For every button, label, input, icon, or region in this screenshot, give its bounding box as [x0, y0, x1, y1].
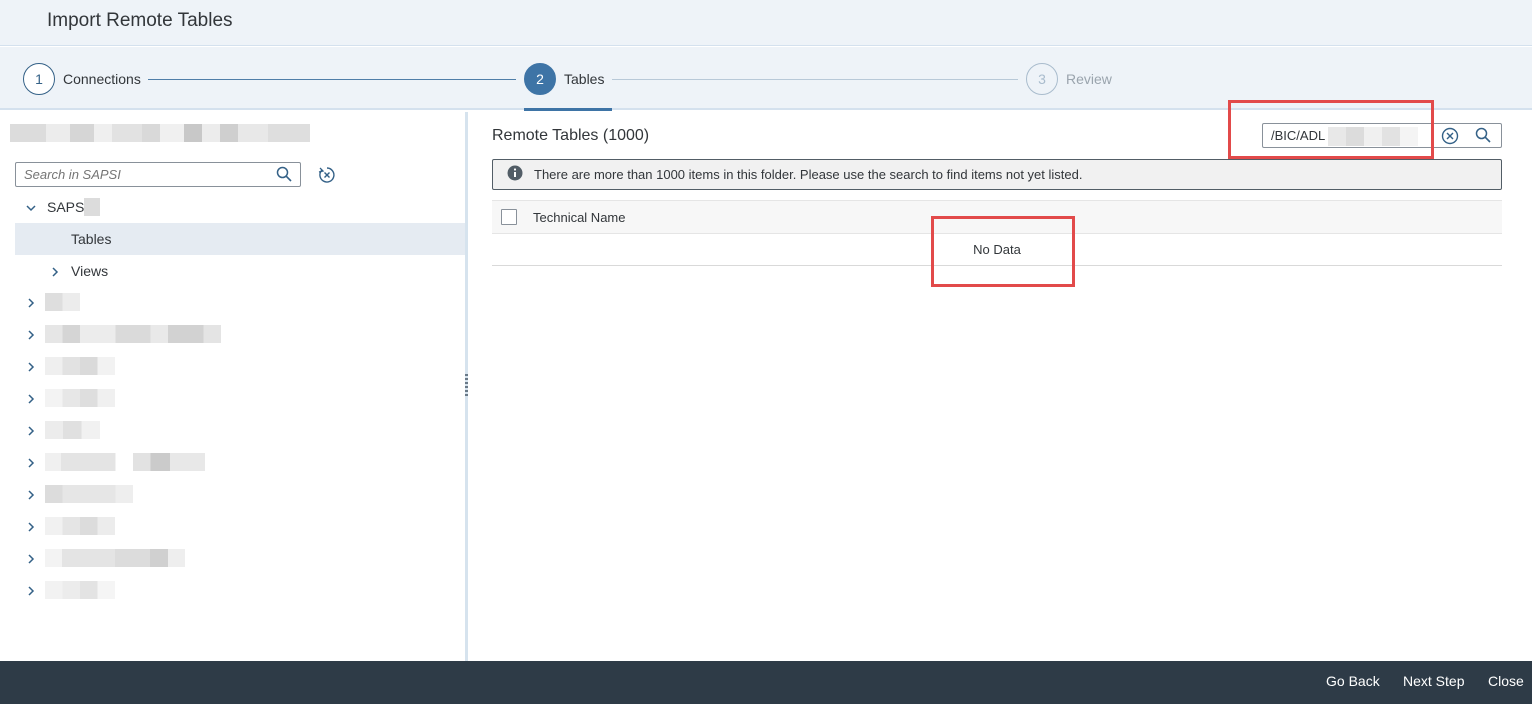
- chevron-right-icon[interactable]: [25, 552, 37, 564]
- source-search-input[interactable]: [24, 167, 264, 182]
- tree-node-redacted[interactable]: [15, 318, 465, 350]
- column-header-technical-name[interactable]: Technical Name: [533, 210, 626, 225]
- remote-tables-panel: Remote Tables (1000) /BIC/ADL There are …: [468, 100, 1532, 661]
- tree-node-label: Tables: [71, 231, 112, 247]
- go-back-button[interactable]: Go Back: [1326, 673, 1380, 689]
- tree-node-label: SAPS: [47, 199, 85, 215]
- highlight-box-search: [1228, 100, 1434, 159]
- tree-node-views[interactable]: Views: [15, 255, 465, 287]
- tree-node-redacted[interactable]: [15, 478, 465, 510]
- chevron-right-icon[interactable]: [49, 265, 61, 277]
- redacted-text: [45, 325, 221, 343]
- info-icon: [507, 165, 523, 184]
- clear-icon[interactable]: [1441, 127, 1459, 148]
- search-icon[interactable]: [1475, 127, 1491, 146]
- redacted-text: [45, 357, 115, 375]
- step-number: 3: [1026, 63, 1058, 95]
- wizard-step-review[interactable]: 3 Review: [1026, 63, 1112, 95]
- tree-node-redacted[interactable]: [15, 286, 465, 318]
- chevron-right-icon[interactable]: [25, 360, 37, 372]
- tree-node-tables[interactable]: Tables: [15, 223, 465, 255]
- tree-node-redacted[interactable]: [15, 446, 465, 478]
- tree-node-root[interactable]: SAPS: [15, 191, 465, 223]
- source-search-field[interactable]: [15, 162, 301, 187]
- redacted-text: [45, 421, 100, 439]
- tree-node-redacted[interactable]: [15, 510, 465, 542]
- step-number: 1: [23, 63, 55, 95]
- active-step-indicator: [524, 108, 612, 111]
- step-connector: [148, 79, 516, 80]
- step-number: 2: [524, 63, 556, 95]
- redacted-text: [45, 293, 80, 311]
- remote-tables-title: Remote Tables (1000): [492, 127, 650, 144]
- step-label: Review: [1066, 71, 1112, 87]
- chevron-right-icon[interactable]: [25, 456, 37, 468]
- chevron-right-icon[interactable]: [25, 392, 37, 404]
- tree-node-redacted[interactable]: [15, 382, 465, 414]
- tree-node-redacted[interactable]: [15, 414, 465, 446]
- chevron-right-icon[interactable]: [25, 488, 37, 500]
- redacted-text: [45, 389, 115, 407]
- redacted-text: [45, 517, 115, 535]
- tree-node-redacted[interactable]: [15, 542, 465, 574]
- chevron-down-icon[interactable]: [25, 201, 37, 213]
- tree-node-label: Views: [71, 263, 109, 279]
- highlight-box-no-data: [931, 216, 1075, 287]
- dialog-header: Import Remote Tables: [0, 0, 1532, 46]
- chevron-right-icon[interactable]: [25, 328, 37, 340]
- step-label: Connections: [63, 71, 141, 87]
- select-all-checkbox[interactable]: [501, 209, 517, 225]
- redacted-text: [84, 198, 101, 216]
- redacted-text: [45, 453, 205, 471]
- step-connector: [612, 79, 1018, 80]
- tree-node-redacted[interactable]: [15, 574, 465, 606]
- next-step-button[interactable]: Next Step: [1403, 673, 1464, 689]
- chevron-right-icon[interactable]: [25, 520, 37, 532]
- reset-filter-icon[interactable]: [318, 166, 336, 187]
- wizard-step-tables[interactable]: 2 Tables: [524, 63, 604, 95]
- dialog-footer: Go Back Next Step Close: [0, 661, 1532, 704]
- redacted-text: [45, 549, 185, 567]
- redacted-text: [45, 485, 133, 503]
- chevron-right-icon[interactable]: [25, 424, 37, 436]
- close-button[interactable]: Close: [1488, 673, 1524, 689]
- search-icon[interactable]: [276, 166, 292, 185]
- info-message-strip: There are more than 1000 items in this f…: [492, 159, 1502, 190]
- chevron-right-icon[interactable]: [25, 296, 37, 308]
- info-message-text: There are more than 1000 items in this f…: [534, 167, 1083, 182]
- redacted-text: [45, 581, 115, 599]
- dialog-title: Import Remote Tables: [47, 10, 233, 31]
- tree-node-redacted[interactable]: [15, 350, 465, 382]
- source-browser-panel: SAPS Tables Views: [0, 112, 465, 661]
- wizard-step-connections[interactable]: 1 Connections: [23, 63, 141, 95]
- step-label: Tables: [564, 71, 605, 87]
- chevron-right-icon[interactable]: [25, 584, 37, 596]
